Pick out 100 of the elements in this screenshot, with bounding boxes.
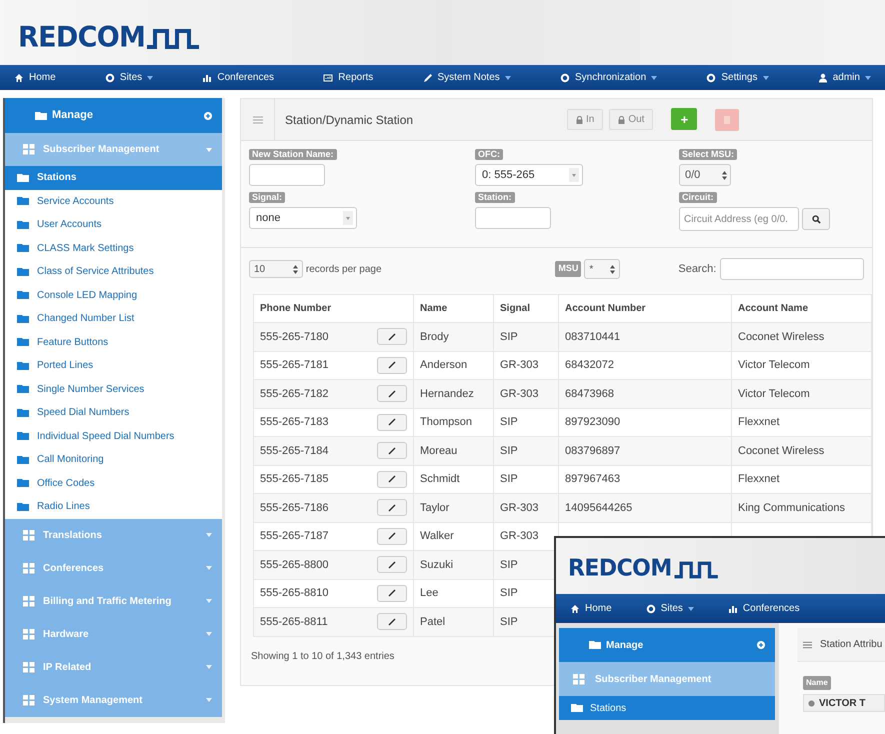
grid-icon <box>23 144 35 155</box>
folder-icon <box>17 243 30 254</box>
caret-icon <box>206 533 212 537</box>
text-field[interactable] <box>475 207 551 229</box>
edit-button[interactable] <box>377 328 407 346</box>
search-button[interactable] <box>802 208 830 230</box>
sidebar-item[interactable]: CLASS Mark Settings <box>5 236 222 260</box>
manage-header[interactable]: Manage <box>5 98 222 133</box>
sidebar-item[interactable]: Stations <box>5 166 222 190</box>
grid-icon <box>23 694 35 706</box>
sidebar-item[interactable]: Radio Lines <box>5 495 222 518</box>
table-cell: SIP <box>500 558 518 570</box>
lock-button[interactable]: In <box>567 109 604 130</box>
panel-title: Station/Dynamic Station <box>285 112 414 128</box>
sidebar-item[interactable]: Feature Buttons <box>5 330 222 354</box>
nav-link[interactable]: admin <box>818 70 871 85</box>
nav-link[interactable]: Sites <box>646 601 694 616</box>
table-cell: Moreau <box>420 444 458 456</box>
msu-select[interactable]: * <box>584 259 620 279</box>
edit-button[interactable] <box>377 470 407 488</box>
grid-icon <box>23 530 35 540</box>
table-cell: 897923090 <box>565 416 620 428</box>
folder-icon <box>17 172 30 183</box>
gear-icon <box>560 72 570 82</box>
sidebar-item[interactable]: Console LED Mapping <box>5 284 222 307</box>
table-cell-text: 555-265-7186 <box>260 500 329 516</box>
folder-icon <box>35 110 48 120</box>
edit-button[interactable] <box>377 356 407 374</box>
table-cell: 897967463 <box>565 473 620 485</box>
folder-icon <box>17 290 30 300</box>
gear-icon <box>706 72 716 82</box>
logo-wordmark: REDCOM <box>568 557 672 581</box>
sidebar-item[interactable]: Individual Speed Dial Numbers <box>5 424 222 448</box>
sidebar-item[interactable]: Class of Service Attributes <box>5 260 222 284</box>
table-cell: Schmidt <box>420 473 460 485</box>
folder-icon <box>17 454 30 465</box>
lock-button[interactable]: Out <box>609 109 654 130</box>
edit-button[interactable] <box>377 528 407 545</box>
manage-header[interactable]: Manage <box>559 628 775 662</box>
grid-icon <box>23 596 35 606</box>
caret-icon <box>762 76 768 80</box>
nav-link[interactable]: Home <box>14 70 56 85</box>
edit-button[interactable] <box>377 613 407 630</box>
edit-button[interactable] <box>377 414 407 431</box>
grid-icon <box>23 562 35 574</box>
nav-link[interactable]: Reports <box>323 70 374 85</box>
nav-link[interactable]: Home <box>570 601 612 616</box>
table-cell-text: 555-265-7183 <box>260 415 329 430</box>
sidebar-item[interactable]: Office Codes <box>5 472 222 495</box>
folder-icon <box>17 384 30 394</box>
group-label: Hardware <box>43 628 89 642</box>
folder-icon <box>17 360 30 371</box>
pencil-icon <box>388 589 396 598</box>
text-field[interactable] <box>249 164 325 186</box>
edit-button[interactable] <box>377 385 407 402</box>
edit-button[interactable] <box>377 556 407 574</box>
circle-icon <box>808 700 815 706</box>
table-cell: Taylor <box>420 502 450 514</box>
select-field[interactable]: 0/0 <box>679 164 731 186</box>
edit-button[interactable] <box>377 584 407 602</box>
nav-link[interactable]: Synchronization <box>560 70 658 85</box>
plus-circle-icon <box>757 641 765 649</box>
up-down-icon <box>722 170 727 180</box>
caret-icon <box>864 76 871 80</box>
table-cell: SIP <box>500 616 518 628</box>
sidebar-item[interactable]: Changed Number List <box>5 307 222 330</box>
edit-button[interactable] <box>377 442 407 460</box>
edit-button[interactable] <box>377 499 407 516</box>
sidebar-item[interactable]: Stations <box>559 696 775 720</box>
pencil-icon <box>388 332 396 341</box>
nav-link[interactable]: System Notes <box>422 70 511 85</box>
page-size-select[interactable]: 10 <box>249 260 303 278</box>
table-cell-text: 555-265-7180 <box>260 330 329 344</box>
caret-icon <box>206 566 212 570</box>
pencil-icon <box>388 390 396 398</box>
caret-icon <box>569 168 579 182</box>
sidebar-item[interactable]: Service Accounts <box>5 190 222 213</box>
nav-link[interactable]: Settings <box>706 70 768 85</box>
table-cell-text: 555-265-7182 <box>260 386 329 402</box>
caret-icon <box>343 211 353 225</box>
nav-link[interactable]: Conferences <box>728 601 800 616</box>
field-label: Circuit: <box>679 192 716 203</box>
entries-info: Showing 1 to 10 of 1,343 entries <box>251 650 396 664</box>
table-cell: 68432072 <box>565 359 614 371</box>
select-field[interactable]: none <box>249 207 357 229</box>
add-button[interactable]: + <box>671 108 698 130</box>
bar-chart-icon <box>728 604 738 614</box>
nav-link[interactable]: Sites <box>104 70 154 85</box>
sidebar-item[interactable]: Speed Dial Numbers <box>5 401 222 424</box>
sidebar-item[interactable]: Single Number Services <box>5 378 222 401</box>
sidebar-item[interactable]: Call Monitoring <box>5 448 222 472</box>
sidebar-item[interactable]: Ported Lines <box>5 354 222 378</box>
table-cell: King Communications <box>738 502 845 514</box>
table-cell-text: 555-265-7187 <box>260 529 329 544</box>
circuit-field[interactable]: Circuit Address (eg 0/0. <box>679 207 799 231</box>
select-field[interactable]: 0: 555-265 <box>475 164 583 186</box>
field-label: Select MSU: <box>679 149 738 160</box>
search-field[interactable] <box>720 258 864 280</box>
sidebar-item[interactable]: User Accounts <box>5 213 222 236</box>
nav-link[interactable]: Conferences <box>202 70 274 85</box>
